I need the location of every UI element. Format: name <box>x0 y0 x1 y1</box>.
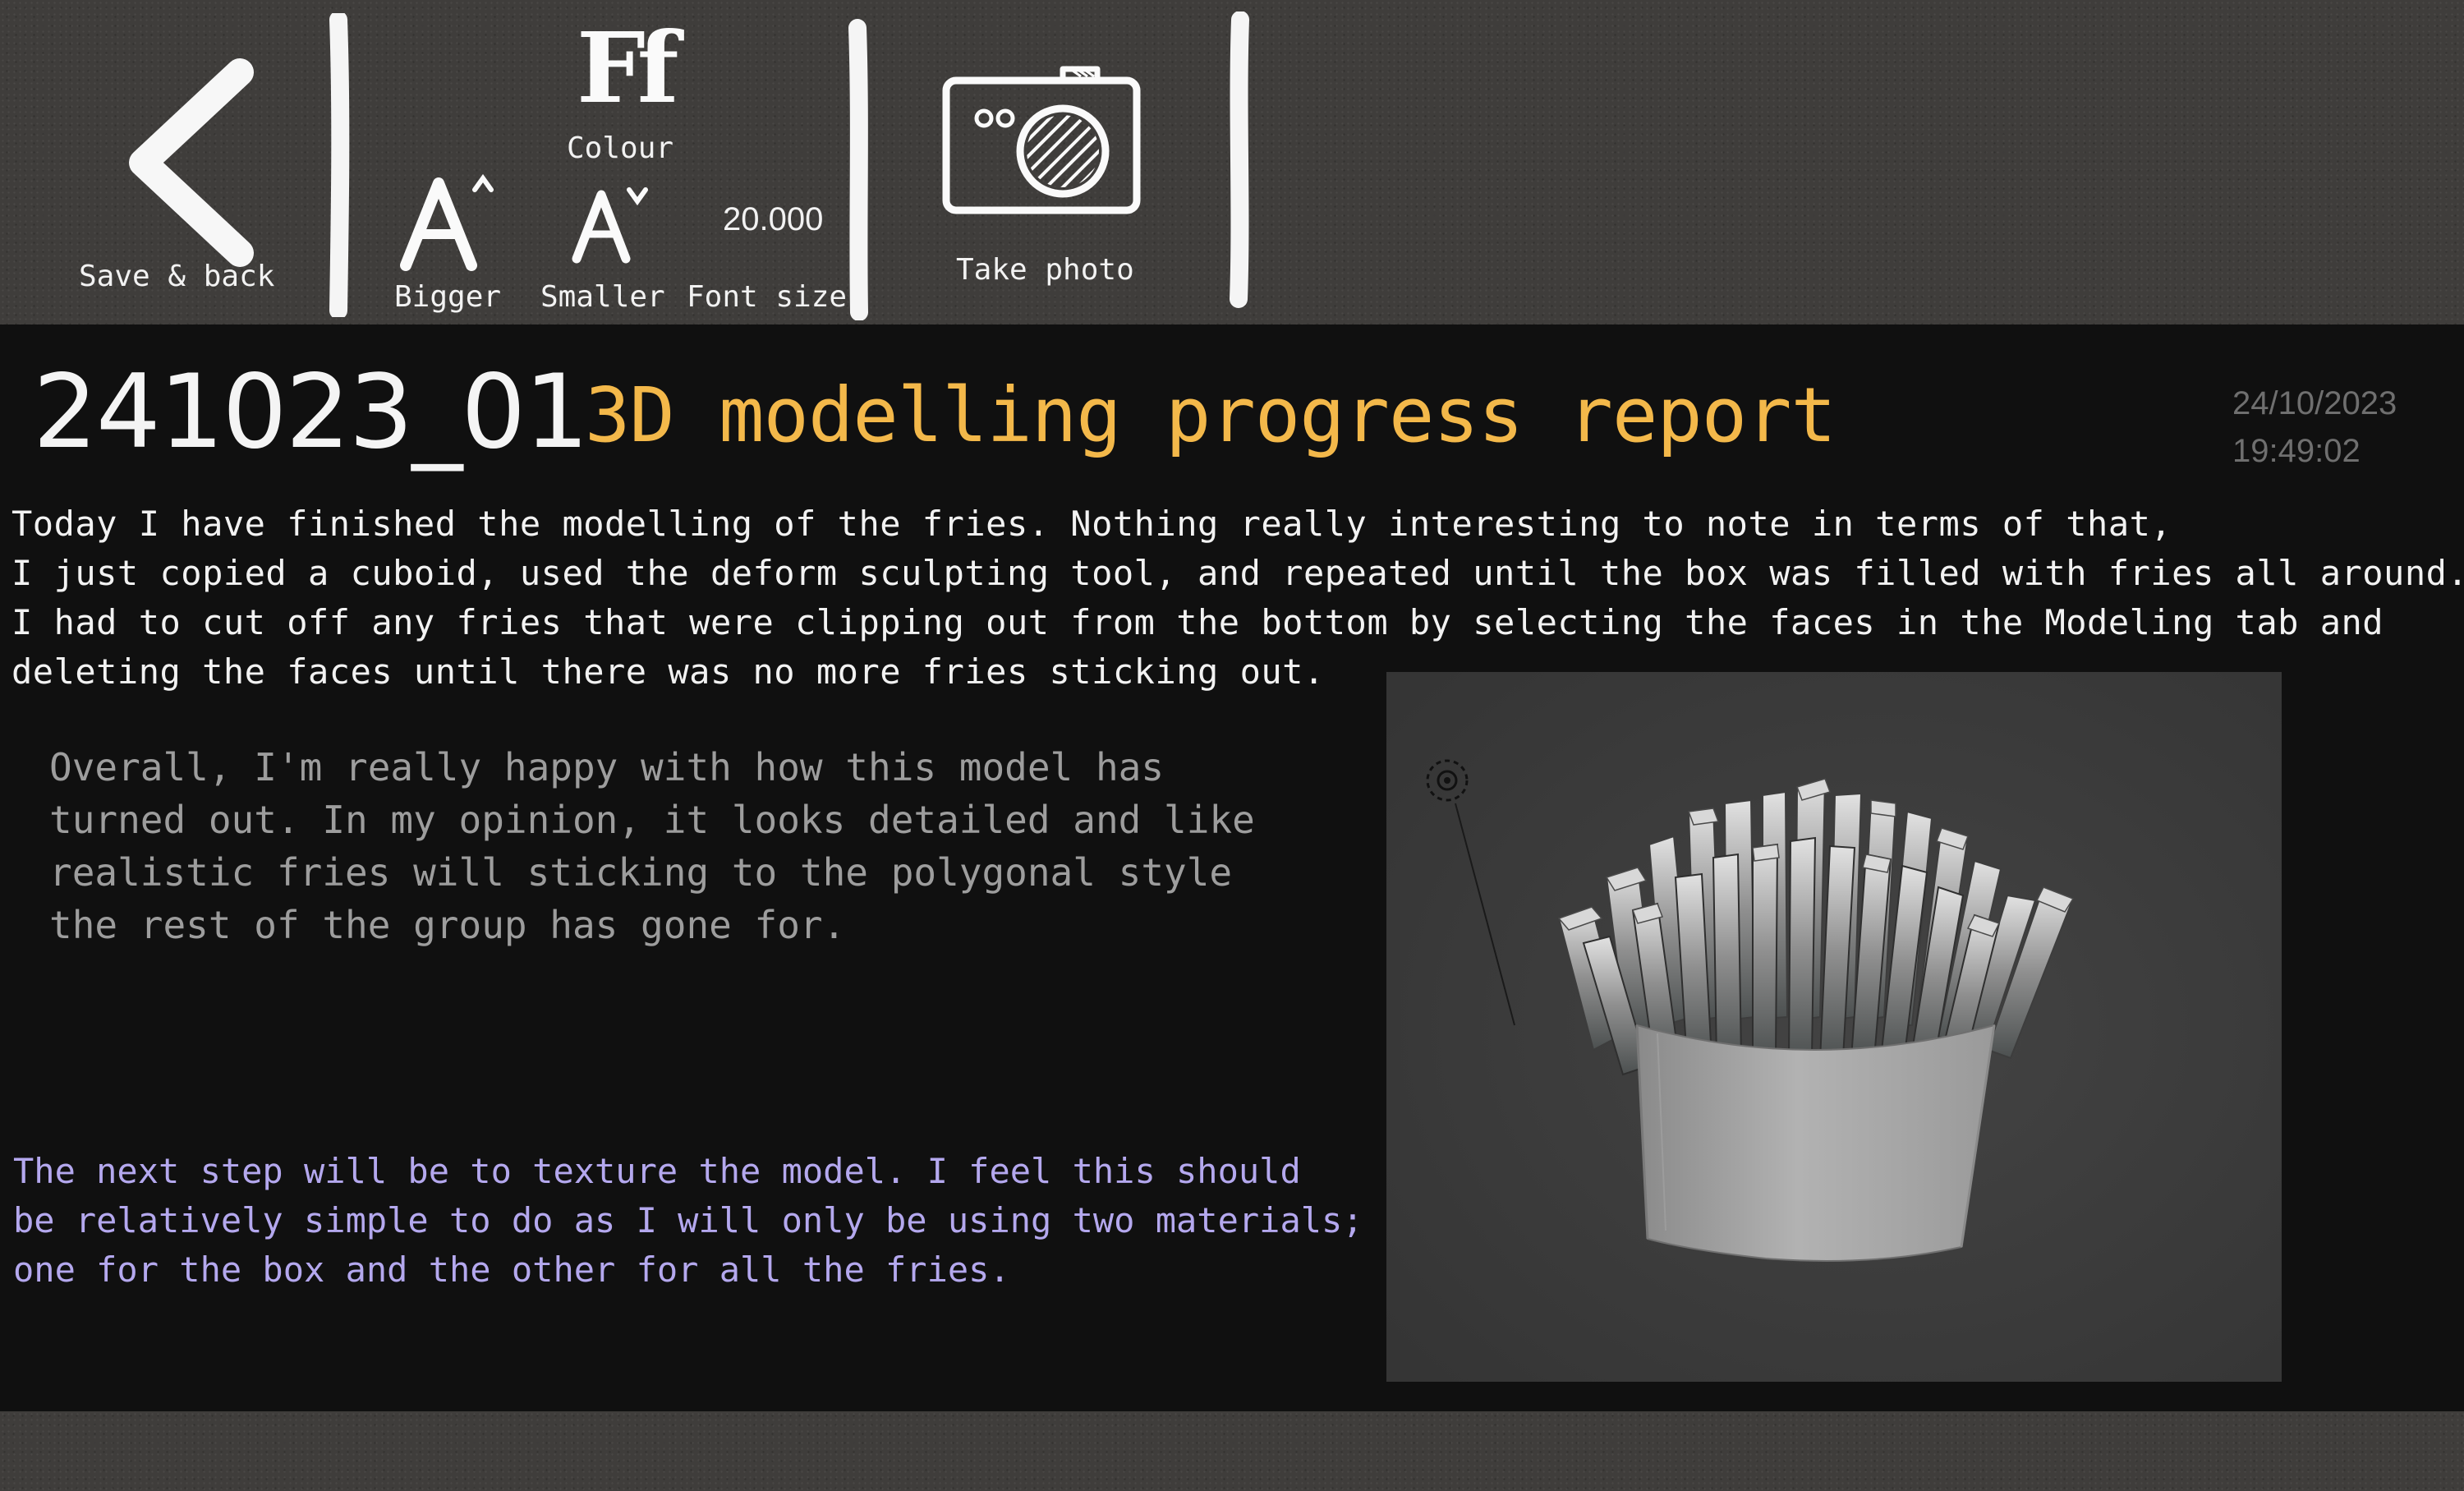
text-line: one for the box and the other for all th… <box>13 1249 1010 1290</box>
save-back-label: Save & back <box>79 260 275 293</box>
bottom-bar <box>0 1411 2464 1491</box>
text-line: Overall, I'm really happy with how this … <box>49 745 1165 789</box>
smaller-button[interactable]: Smaller <box>539 168 670 324</box>
back-arrow-icon <box>129 58 254 267</box>
note-time: 19:49:02 <box>2232 433 2361 469</box>
colour-label: Colour <box>567 131 674 165</box>
text-line: be relatively simple to do as I will onl… <box>13 1200 1363 1240</box>
toolbar-separator <box>1230 12 1249 308</box>
text-line: realistic fries will sticking to the pol… <box>49 850 1233 895</box>
smaller-label: Smaller <box>540 280 665 314</box>
toolbar-separator <box>848 19 868 320</box>
take-photo-button[interactable]: Take photo <box>936 64 1150 294</box>
text-line: turned out. In my opinion, it looks deta… <box>49 798 1255 842</box>
font-colour-icon: Ff <box>577 11 679 125</box>
body-paragraph-1[interactable]: Today I have finished the modelling of t… <box>11 499 2464 697</box>
bigger-font-icon <box>400 173 494 271</box>
colour-button[interactable]: Ff Colour <box>559 16 682 173</box>
body-paragraph-3[interactable]: The next step will be to texture the mod… <box>13 1147 1377 1295</box>
smaller-font-icon <box>572 187 648 264</box>
text-line: Today I have finished the modelling of t… <box>11 504 2172 544</box>
bigger-label: Bigger <box>394 280 502 314</box>
text-line: I just copied a cuboid, used the deform … <box>11 553 2464 593</box>
bigger-button[interactable]: Bigger <box>386 168 509 324</box>
note-timestamp: 24/10/2023 19:49:02 <box>2232 380 2430 475</box>
note-date: 24/10/2023 <box>2232 385 2397 421</box>
save-back-button[interactable]: Save & back <box>57 49 296 312</box>
fries-model-render <box>1386 672 2282 1382</box>
note-title[interactable]: 3D modelling progress report <box>585 371 1837 459</box>
note-id: 241023_01 <box>33 353 589 472</box>
body-paragraph-2[interactable]: Overall, I'm really happy with how this … <box>49 741 1363 951</box>
font-size-label: Font size <box>687 280 848 314</box>
text-line: the rest of the group has gone for. <box>49 903 846 947</box>
take-photo-label: Take photo <box>956 253 1134 287</box>
text-line: The next step will be to texture the mod… <box>13 1151 1301 1191</box>
font-size-value[interactable]: 20.000 <box>723 201 823 238</box>
toolbar-separator <box>329 13 350 317</box>
font-size-control[interactable]: 20.000 Font size <box>682 201 848 316</box>
fries-box-icon <box>1635 1024 1996 1262</box>
fries-model-screenshot[interactable] <box>1386 672 2282 1382</box>
toolbar: Save & back Ff Colour Bigger Smaller 20.… <box>0 0 2464 324</box>
camera-icon <box>942 66 1141 214</box>
text-line: I had to cut off any fries that were cli… <box>11 602 2384 642</box>
